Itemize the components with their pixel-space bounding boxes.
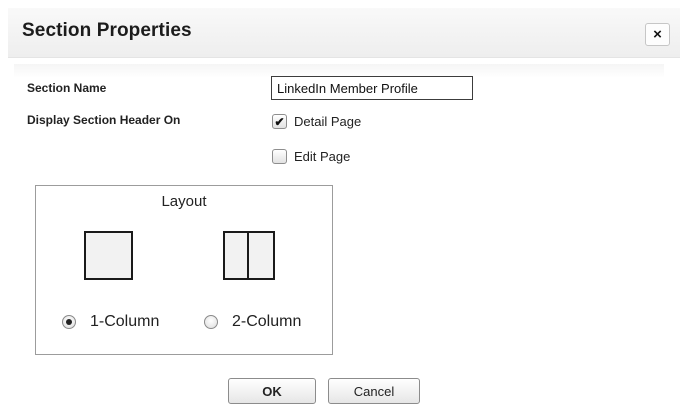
column-divider xyxy=(247,233,249,278)
two-column-option[interactable]: 2-Column xyxy=(204,313,301,331)
edit-page-option[interactable]: Edit Page xyxy=(272,149,350,164)
detail-page-checkbox[interactable]: ✔ xyxy=(272,114,287,129)
one-column-layout-icon[interactable] xyxy=(84,231,133,280)
ok-button[interactable]: OK xyxy=(228,378,316,404)
layout-title: Layout xyxy=(161,193,207,210)
one-column-label: 1-Column xyxy=(90,313,160,330)
checkmark-icon: ✔ xyxy=(274,114,285,129)
close-icon: × xyxy=(653,26,662,43)
section-name-label: Section Name xyxy=(27,81,107,95)
two-column-label: 2-Column xyxy=(232,313,302,330)
radio-selected-dot xyxy=(66,319,72,325)
two-column-layout-icon[interactable] xyxy=(223,231,275,280)
dialog-header: Section Properties × xyxy=(8,8,680,58)
cancel-button[interactable]: Cancel xyxy=(328,378,420,404)
edit-page-label: Edit Page xyxy=(294,149,351,164)
detail-page-option[interactable]: ✔ Detail Page xyxy=(272,114,361,129)
detail-page-label: Detail Page xyxy=(294,114,362,129)
section-name-input[interactable] xyxy=(271,76,473,100)
layout-panel: Layout 1-Column 2-Column xyxy=(35,185,333,355)
display-section-header-label: Display Section Header On xyxy=(27,113,181,127)
section-properties-dialog: Section Properties × Section Name Displa… xyxy=(0,0,687,404)
one-column-radio[interactable] xyxy=(62,315,76,329)
edit-page-checkbox[interactable] xyxy=(272,149,287,164)
two-column-radio[interactable] xyxy=(204,315,218,329)
close-button[interactable]: × xyxy=(645,23,670,46)
one-column-option[interactable]: 1-Column xyxy=(62,313,159,331)
dialog-title: Section Properties xyxy=(22,20,192,41)
